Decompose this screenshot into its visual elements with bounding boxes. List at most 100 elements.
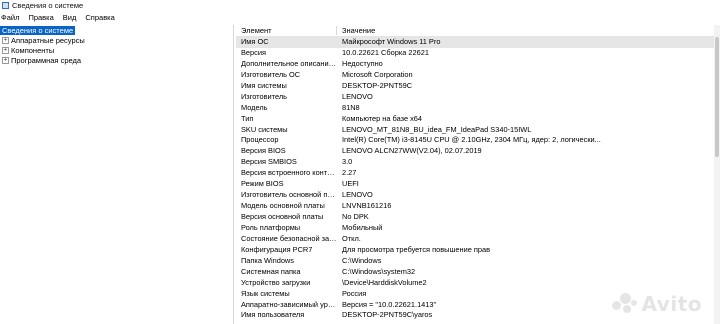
row-item-value: Мобильный	[342, 222, 383, 232]
table-row[interactable]: Тип Компьютер на базе x64	[236, 114, 720, 125]
row-item-name: Модель основной платы	[241, 201, 325, 211]
table-row[interactable]: Модель 81N8	[236, 103, 720, 114]
table-row[interactable]: Изготовитель LENOVO	[236, 92, 720, 103]
row-item-name: Тип	[241, 113, 254, 123]
row-item-name: Дополнительное описание ...	[241, 58, 337, 68]
row-item-value: \Device\HarddiskVolume2	[342, 277, 427, 287]
row-item-name: Версия BIOS	[241, 146, 286, 156]
column-divider[interactable]	[336, 26, 337, 35]
row-item-value: C:\Windows	[342, 255, 382, 265]
system-info-icon	[2, 2, 9, 9]
row-item-name: Изготовитель основной платы	[241, 190, 337, 200]
table-row[interactable]: Папка Windows C:\Windows	[236, 256, 720, 267]
row-item-value: UEFI	[342, 179, 359, 189]
tree-item-hardware-resources[interactable]: + Аппаратные ресурсы	[0, 35, 233, 45]
row-item-name: Аппаратно-зависимый уров...	[241, 299, 337, 309]
row-item-name: Изготовитель ОС	[241, 69, 301, 79]
tree-item-label: Аппаратные ресурсы	[11, 35, 85, 45]
table-row[interactable]: Версия основной платы No DPK	[236, 212, 720, 223]
table-row[interactable]: Версия SMBIOS 3.0	[236, 157, 720, 168]
tree-item-label: Компоненты	[11, 45, 55, 55]
table-row[interactable]: Системная папка C:\Windows\system32	[236, 267, 720, 278]
row-item-name: Имя системы	[241, 80, 287, 90]
expand-icon[interactable]: +	[2, 36, 9, 44]
table-row[interactable]: Состояние безопасной загру... Откл.	[236, 234, 720, 245]
menu-view[interactable]: Вид	[62, 13, 81, 22]
tree-item-label: Сведения о системе	[0, 25, 76, 35]
table-row[interactable]: Процессор Intel(R) Core(TM) i3-8145U CPU …	[236, 135, 720, 146]
table-row[interactable]: Модель основной платы LNVNB161216	[236, 201, 720, 212]
row-item-value: C:\Windows\system32	[342, 266, 416, 276]
table-row[interactable]: Имя системы DESKTOP-2PNT59C	[236, 81, 720, 92]
row-item-value: LENOVO	[342, 91, 373, 101]
table-row[interactable]: Режим BIOS UEFI	[236, 179, 720, 190]
row-item-name: Папка Windows	[241, 255, 294, 265]
tree-item-components[interactable]: + Компоненты	[0, 45, 233, 55]
window-title: Сведения о системе	[12, 1, 84, 10]
tree-item-system-summary[interactable]: Сведения о системе	[0, 25, 233, 35]
row-item-name: Процессор	[241, 135, 279, 145]
avito-logo-icon	[611, 293, 638, 315]
column-header-value[interactable]: Значение	[342, 26, 375, 35]
row-item-value: Компьютер на базе x64	[342, 113, 423, 123]
details-list: Элемент Значение Имя ОС Майкрософт Window…	[236, 25, 720, 324]
row-item-value: LENOVO ALCN27WW(V2.04), 02.07.2019	[342, 146, 482, 156]
row-item-name: Версия	[241, 47, 266, 57]
row-item-value: Майкрософт Windows 11 Pro	[342, 37, 441, 46]
table-row[interactable]: Устройство загрузки \Device\HarddiskVolum…	[236, 278, 720, 289]
row-item-name: Состояние безопасной загру...	[241, 233, 337, 243]
row-item-name: Роль платформы	[241, 222, 301, 232]
row-item-name: Модель	[241, 102, 268, 112]
expand-icon[interactable]: +	[2, 56, 9, 64]
row-item-value: Для просмотра требуется повышение прав	[342, 244, 491, 254]
category-tree: Сведения о системе + Аппаратные ресурсы …	[0, 25, 234, 324]
row-item-name: Имя пользователя	[241, 310, 305, 320]
menu-edit[interactable]: Правка	[27, 13, 57, 22]
menu-help[interactable]: Справка	[84, 13, 118, 22]
table-row[interactable]: Роль платформы Мобильный	[236, 223, 720, 234]
table-row[interactable]: Изготовитель основной платы LENOVO	[236, 190, 720, 201]
row-item-name: Режим BIOS	[241, 179, 284, 189]
title-bar: Сведения о системе	[0, 0, 720, 11]
menu-bar: Файл Правка Вид Справка	[0, 12, 720, 23]
row-item-name: Имя ОС	[241, 37, 269, 46]
row-item-value: LENOVO	[342, 190, 373, 200]
row-item-value: Недоступно	[342, 58, 383, 68]
row-item-value: No DPK	[342, 212, 369, 221]
tree-item-label: Программная среда	[11, 55, 82, 65]
row-item-name: Изготовитель	[241, 91, 287, 101]
row-item-value: Intel(R) Core(TM) i3-8145U CPU @ 2.10GHz…	[342, 135, 601, 145]
row-item-name: Системная папка	[241, 266, 301, 276]
table-row[interactable]: Конфигурация PCR7 Для просмотра требуется…	[236, 245, 720, 256]
scrollbar-thumb[interactable]	[715, 37, 719, 157]
table-row[interactable]: SKU системы LENOVO_MT_81N8_BU_idea_FM_Ide…	[236, 125, 720, 136]
table-row[interactable]: Имя ОС Майкрософт Windows 11 Pro	[236, 37, 720, 48]
menu-file[interactable]: Файл	[0, 13, 23, 22]
table-row[interactable]: Версия встроенного контрол... 2.27	[236, 168, 720, 179]
vertical-scrollbar[interactable]	[714, 25, 720, 324]
column-header: Элемент Значение	[236, 25, 720, 37]
expand-icon[interactable]: +	[2, 46, 9, 54]
row-item-value: Откл.	[342, 233, 361, 243]
row-item-value: 3.0	[342, 157, 353, 167]
row-item-name: Язык системы	[241, 288, 290, 298]
row-item-name: Устройство загрузки	[241, 277, 311, 287]
table-row[interactable]: Дополнительное описание ... Недоступно	[236, 59, 720, 70]
row-item-name: Версия SMBIOS	[241, 157, 297, 167]
tree-item-software-environment[interactable]: + Программная среда	[0, 55, 233, 65]
row-item-value: DESKTOP-2PNT59C	[342, 80, 413, 90]
column-header-item[interactable]: Элемент	[241, 26, 272, 35]
table-row[interactable]: Изготовитель ОС Microsoft Corporation	[236, 70, 720, 81]
watermark-text: Avito	[641, 292, 702, 316]
row-item-name: SKU системы	[241, 124, 288, 134]
table-row[interactable]: Версия 10.0.22621 Сборка 22621	[236, 48, 720, 59]
row-item-name: Версия основной платы	[241, 212, 324, 221]
row-item-name: Версия встроенного контрол...	[241, 168, 337, 178]
row-item-value: 81N8	[342, 102, 360, 112]
row-item-name: Конфигурация PCR7	[241, 244, 313, 254]
row-item-value: LNVNB161216	[342, 201, 392, 211]
avito-watermark: Avito	[611, 292, 702, 316]
table-body: Имя ОС Майкрософт Windows 11 Pro Версия 10.…	[236, 37, 720, 321]
row-item-value: LENOVO_MT_81N8_BU_idea_FM_IdeaPad S340-1…	[342, 124, 532, 134]
table-row[interactable]: Версия BIOS LENOVO ALCN27WW(V2.04), 02.07…	[236, 146, 720, 157]
